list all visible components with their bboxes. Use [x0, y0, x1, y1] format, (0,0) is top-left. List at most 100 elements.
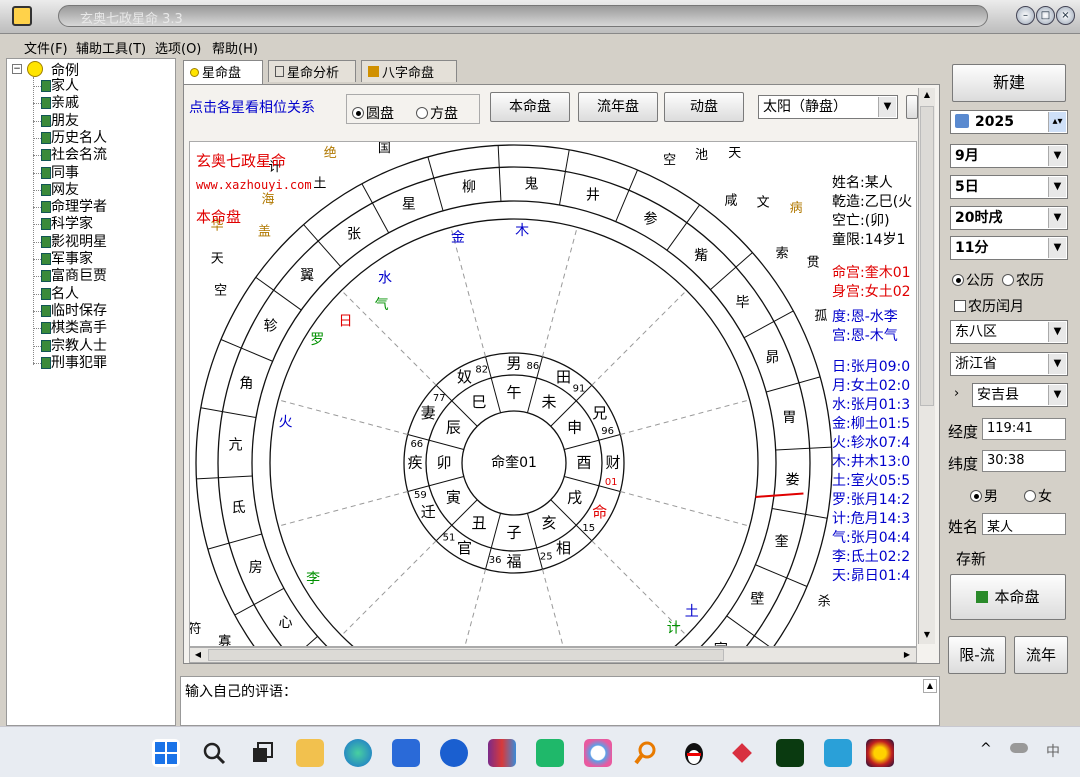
maximize-icon[interactable]: □ — [1036, 6, 1055, 25]
scroll-right-icon[interactable]: ▶ — [900, 648, 914, 662]
latitude-label: 纬度 — [948, 455, 979, 473]
month-select[interactable]: 9月 ▼ — [950, 144, 1068, 168]
task-view-icon[interactable] — [248, 739, 276, 767]
minute-select[interactable]: 11分 ▼ — [950, 236, 1068, 260]
tree-item[interactable]: 宗教人士 — [51, 338, 107, 355]
house-number: 66 — [410, 439, 423, 450]
flow-year-button[interactable]: 流年 — [1014, 636, 1068, 674]
county-select[interactable]: 安吉县 ▼ — [972, 383, 1068, 407]
cloud-icon[interactable] — [1010, 743, 1028, 753]
star-chart-area[interactable]: 井参觜毕昴胃娄奎壁室危虚女牛斗箕尾心房氐亢角轸翼张星柳鬼男86午田91未兄96申… — [189, 141, 917, 647]
scroll-left-icon[interactable]: ◀ — [191, 648, 205, 662]
store-icon[interactable] — [392, 739, 420, 767]
vertical-scrollbar[interactable]: ▲ ▼ — [918, 88, 935, 644]
tree-item[interactable]: 家人 — [51, 78, 79, 95]
scroll-down-icon[interactable]: ▼ — [920, 628, 934, 642]
tree-item[interactable]: 朋友 — [51, 113, 79, 130]
tab-star-chart[interactable]: 星命盘 — [183, 60, 263, 84]
star-select[interactable]: 太阳（静盘） ▼ — [758, 95, 898, 119]
search-icon[interactable] — [200, 739, 228, 767]
scroll-thumb[interactable] — [920, 106, 934, 406]
square-radio[interactable]: 方盘 — [416, 103, 458, 123]
sparkle-app-icon[interactable] — [776, 739, 804, 767]
ime-icon[interactable]: 中 — [1046, 741, 1060, 761]
round-radio[interactable]: 圆盘 — [352, 103, 394, 123]
clover-app-icon[interactable] — [584, 739, 612, 767]
archive-icon[interactable] — [488, 739, 516, 767]
edge-icon[interactable] — [344, 739, 372, 767]
timezone-select[interactable]: 东八区 ▼ — [950, 320, 1068, 344]
shopping-bag-icon[interactable] — [536, 739, 564, 767]
solar-radio[interactable]: 公历 — [952, 270, 994, 290]
name-input[interactable]: 某人 — [982, 513, 1066, 535]
tree-item[interactable]: 富商巨贾 — [51, 268, 107, 285]
day-select[interactable]: 5日 ▼ — [950, 175, 1068, 199]
tree-item[interactable]: 临时保存 — [51, 303, 107, 320]
tree-item[interactable]: 同事 — [51, 165, 79, 182]
tree-item[interactable]: 影视明星 — [51, 234, 107, 251]
outer-tick — [798, 376, 821, 384]
province-select[interactable]: 浙江省 ▼ — [950, 352, 1068, 376]
chevron-right-icon[interactable]: › — [954, 386, 959, 401]
tree-item[interactable]: 网友 — [51, 182, 79, 199]
mansion-tick — [559, 171, 566, 206]
tree-item[interactable]: 棋类高手 — [51, 320, 107, 337]
collapse-icon[interactable]: − — [12, 64, 22, 74]
case-tree[interactable]: − 命例 家人 亲戚 朋友 历史名人 社会名流 同事 网友 命理学者 科学家 影视明星 军事家 富商巨… — [6, 58, 176, 726]
menu-options[interactable]: 选项(O) — [155, 38, 201, 57]
tree-root[interactable]: 命例 — [51, 60, 79, 80]
year-chart-button[interactable]: 流年盘 — [578, 92, 658, 122]
notepad-icon[interactable] — [824, 739, 852, 767]
latitude-input[interactable]: 30:38 — [982, 450, 1066, 472]
dynamic-chart-button[interactable]: 动盘 — [664, 92, 744, 122]
tree-item[interactable]: 名人 — [51, 286, 79, 303]
natal-button[interactable]: 本命盘 — [950, 574, 1066, 620]
app-icon[interactable] — [12, 6, 32, 26]
spin-icon[interactable]: ▴▾ — [1048, 112, 1066, 132]
tray-chevron-up-icon[interactable]: ^ — [980, 741, 992, 757]
limit-flow-button[interactable]: 限-流 — [948, 636, 1006, 674]
star-chart-svg[interactable]: 井参觜毕昴胃娄奎壁室危虚女牛斗箕尾心房氐亢角轸翼张星柳鬼男86午田91未兄96申… — [190, 142, 917, 647]
leap-month-checkbox[interactable]: 农历闰月 — [954, 296, 1024, 316]
tree-item[interactable]: 历史名人 — [51, 130, 107, 147]
horizontal-scrollbar[interactable]: ◀ ▶ — [189, 647, 917, 663]
menu-tools[interactable]: 辅助工具(T) — [76, 38, 146, 57]
lunar-radio[interactable]: 农历 — [1002, 270, 1044, 290]
female-radio[interactable]: 女 — [1024, 486, 1052, 506]
tab-star-analysis[interactable]: 星命分析 — [268, 60, 356, 82]
qq-penguin-icon[interactable] — [680, 739, 708, 767]
menu-file[interactable]: 文件(F) — [24, 38, 68, 57]
save-new-label[interactable]: 存新 — [956, 548, 986, 569]
longitude-input[interactable]: 119:41 — [982, 418, 1066, 440]
outer-tick — [427, 156, 435, 179]
extra-button[interactable] — [906, 95, 918, 119]
house-label: 迁 — [421, 503, 436, 521]
year-spinner[interactable]: 2025 ▴▾ — [950, 110, 1068, 134]
comment-scroll-up-icon[interactable]: ▲ — [923, 679, 937, 693]
xuanao-app-icon[interactable] — [866, 739, 894, 767]
close-icon[interactable]: × — [1056, 6, 1075, 25]
tree-item[interactable]: 亲戚 — [51, 95, 79, 112]
tree-item[interactable]: 社会名流 — [51, 147, 107, 164]
magnifier-app-icon[interactable] — [632, 739, 660, 767]
new-button[interactable]: 新建 — [952, 64, 1066, 102]
red-diamond-icon[interactable] — [728, 739, 756, 767]
menu-help[interactable]: 帮助(H) — [212, 38, 258, 57]
hscroll-thumb[interactable] — [208, 649, 724, 661]
tree-item[interactable]: 刑事犯罪 — [51, 355, 107, 372]
blue-app-icon[interactable] — [440, 739, 468, 767]
folder-icon[interactable] — [296, 739, 324, 767]
tree-item[interactable]: 军事家 — [51, 251, 93, 268]
tree-item[interactable]: 科学家 — [51, 216, 93, 233]
minimize-icon[interactable]: – — [1016, 6, 1035, 25]
scroll-up-icon[interactable]: ▲ — [920, 88, 934, 102]
male-radio[interactable]: 男 — [970, 486, 998, 506]
windows-start-icon[interactable] — [152, 739, 180, 767]
comment-box[interactable]: 输入自己的评语： ▲ — [180, 676, 940, 726]
natal-chart-button[interactable]: 本命盘 — [490, 92, 570, 122]
mansion-tick — [766, 382, 800, 393]
tree-item[interactable]: 命理学者 — [51, 199, 107, 216]
hour-select[interactable]: 20时戌 ▼ — [950, 206, 1068, 230]
tab-bazi-chart[interactable]: 八字命盘 — [361, 60, 457, 82]
title-pill — [58, 5, 988, 27]
